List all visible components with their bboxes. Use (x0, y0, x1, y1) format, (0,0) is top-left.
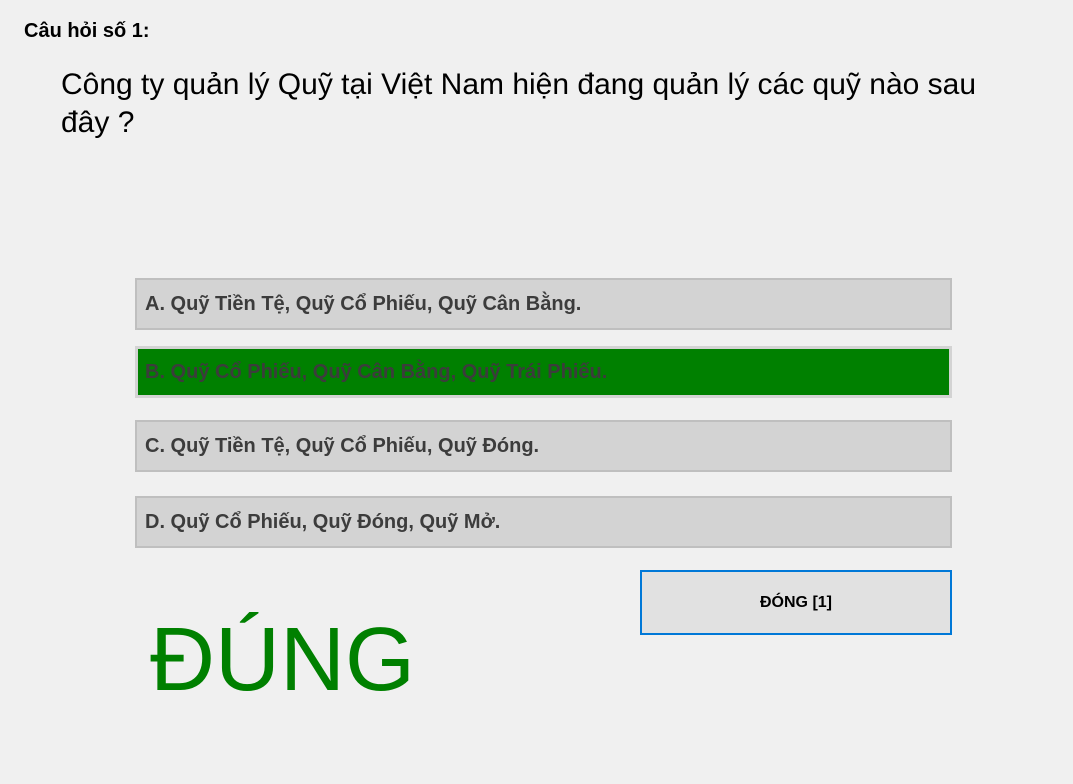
answer-option-a[interactable]: A. Quỹ Tiền Tệ, Quỹ Cổ Phiếu, Quỹ Cân Bằ… (135, 278, 952, 330)
result-label: ĐÚNG (150, 610, 415, 710)
answer-option-b[interactable]: B. Quỹ Cổ Phiếu, Quỹ Cân Bằng, Quỹ Trái … (135, 346, 952, 398)
answer-option-c[interactable]: C. Quỹ Tiền Tệ, Quỹ Cổ Phiếu, Quỹ Đóng. (135, 420, 952, 472)
close-button[interactable]: ĐÓNG [1] (640, 570, 952, 635)
question-number-label: Câu hỏi số 1: (24, 20, 150, 42)
answer-option-d[interactable]: D. Quỹ Cổ Phiếu, Quỹ Đóng, Quỹ Mở. (135, 496, 952, 548)
question-text: Công ty quản lý Quỹ tại Việt Nam hiện đa… (61, 68, 977, 139)
